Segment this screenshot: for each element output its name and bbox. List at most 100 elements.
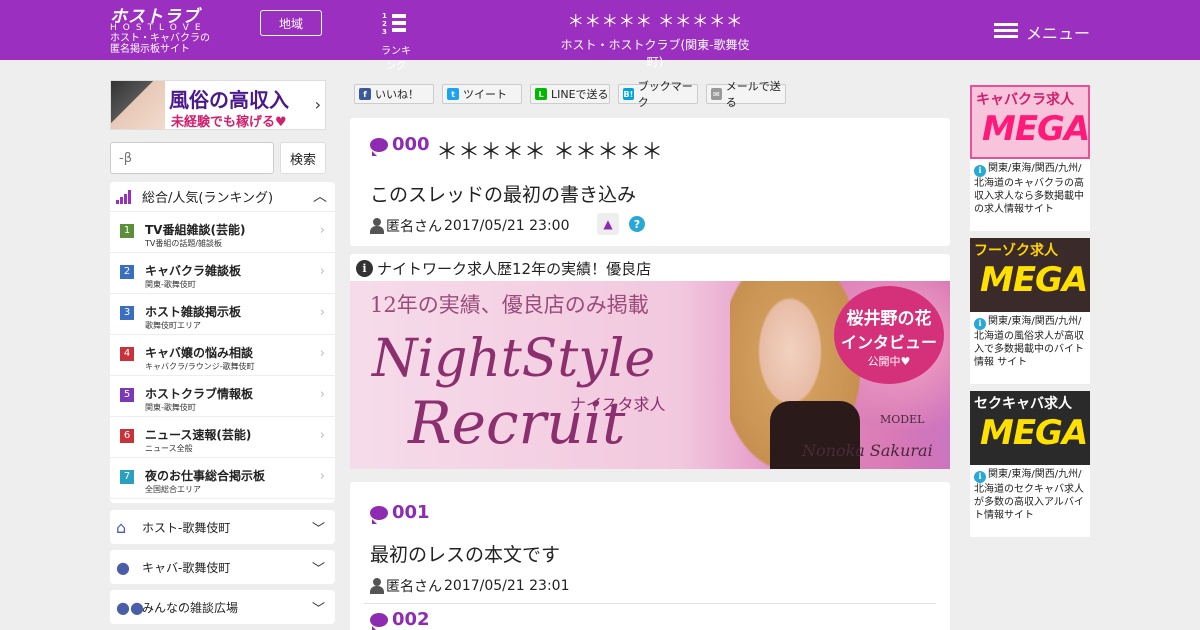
banner-photo	[111, 81, 165, 129]
ad-brand-jp: ナイスタ求人	[570, 395, 666, 414]
ranking-item-subtitle: 全国総合エリア	[145, 485, 201, 494]
accordion-chat-room[interactable]: ●● みんなの雑談広場 ﹀	[110, 590, 335, 624]
logo-tagline-2: 匿名掲示板サイト	[110, 44, 190, 55]
mail-icon: ✉	[711, 88, 722, 100]
site-header: ホストラブ HOSTLOVE ホスト・キャバクラの 匿名掲示板サイト 地域 1 …	[0, 0, 1200, 72]
page-title: ＊＊＊＊＊ ＊＊＊＊＊	[567, 12, 743, 32]
chevron-down-icon: ﹀	[311, 522, 325, 537]
site-logo[interactable]: ホストラブ HOSTLOVE ホスト・キャバクラの 匿名掲示板サイト	[110, 8, 250, 55]
post-meta: 匿名さん 2017/05/21 23:01	[370, 576, 570, 596]
menu-button[interactable]: メニュー	[994, 20, 1090, 44]
accordion-label: キャバ-歌舞伎町	[142, 560, 231, 575]
signal-bars-icon	[116, 189, 136, 204]
logo-tagline-1: ホスト・キャバクラの	[110, 33, 210, 44]
post-card: 001 最初のレスの本文です 匿名さん 2017/05/21 23:01 002	[350, 482, 950, 630]
menu-label: メニュー	[1026, 24, 1091, 43]
ranking-item[interactable]: 1 TV番組雑談(芸能) TV番組の話題/雑談板 ›	[110, 212, 335, 253]
ranking-item-subtitle: ニュース全般	[145, 444, 193, 453]
sekukyaba-mega-ad[interactable]: セクキャバ求人 MEGA i 関東/東海/関西/九州/北海道のセクキャバ求人が多数…	[970, 391, 1090, 537]
ranking-panel: 総合/人気(ランキング) ︿ 1 TV番組雑談(芸能) TV番組の話題/雑談板 › 2 キ…	[110, 182, 335, 503]
ad-banner-image: フーゾク求人 MEGA	[970, 238, 1090, 312]
post-body: このスレッドの最初の書き込み	[370, 184, 637, 206]
ad-interview-badge: 桜井野の花 インタビュー 公開中♥	[834, 286, 944, 384]
chevron-up-icon[interactable]: ︿	[313, 186, 327, 206]
chevron-right-icon: ›	[319, 305, 325, 320]
menu-icon	[994, 23, 1018, 41]
ranking-item-subtitle: TV番組の話題/雑談板	[145, 239, 223, 248]
user-icon	[370, 218, 384, 234]
chevron-right-icon: ›	[319, 469, 325, 484]
ranking-item-subtitle: 関東-歌舞伎町	[145, 403, 196, 412]
rank-number-badge: 7	[120, 470, 134, 484]
chevron-down-icon: ﹀	[311, 602, 325, 617]
bookmark-button[interactable]: B! ブックマーク	[618, 80, 698, 109]
help-icon[interactable]: ?	[629, 216, 645, 232]
banner-main-text: 風俗の高収入	[169, 88, 289, 112]
ad-text: i 関東/東海/関西/九州/北海道のセクキャバ求人が多数の高収入アルバイト情報サイ…	[974, 469, 1084, 521]
ranking-panel-header[interactable]: 総合/人気(ランキング) ︿	[110, 182, 335, 212]
thread-title: ＊＊＊＊＊ ＊＊＊＊＊	[436, 140, 663, 165]
ranking-item-title: 夜のお仕事総合掲示板	[145, 469, 266, 483]
bell-icon[interactable]: ▲	[597, 213, 619, 235]
home-icon: ⌂	[116, 517, 127, 537]
ranking-item-title: ホストクラブ情報板	[145, 387, 254, 401]
fuzoku-mega-ad[interactable]: フーゾク求人 MEGA i 関東/東海/関西/九州/北海道の風俗求人が高収入で多数…	[970, 238, 1090, 384]
search-button[interactable]: 検索	[280, 142, 326, 174]
post-meta: 匿名さん 2017/05/21 23:00	[370, 216, 570, 236]
ranking-item-title: TV番組雑談(芸能)	[145, 223, 246, 237]
logo-subtext: HOSTLOVE	[110, 23, 207, 33]
chevron-right-icon: ›	[319, 264, 325, 279]
mail-share-button[interactable]: ✉ メールで送る	[706, 80, 786, 109]
post-author: 匿名さん	[386, 219, 442, 235]
ad-heading: i ナイトワーク求人歴12年の実績！優良店	[356, 258, 651, 279]
facebook-like-button[interactable]: f いいね！	[354, 84, 434, 104]
ranking-item[interactable]: 4 キャバ嬢の悩み相談 キャバクラ/ラウンジ-歌舞伎町 ›	[110, 335, 335, 376]
fuzoku-ad-banner[interactable]: 風俗の高収入 未経験でも稼げる♥ ›	[110, 80, 326, 130]
ranking-item[interactable]: 5 ホストクラブ情報板 関東-歌舞伎町 ›	[110, 376, 335, 417]
ranking-item[interactable]: 3 ホスト雑談掲示板 歌舞伎町エリア ›	[110, 294, 335, 335]
ranking-item[interactable]: 6 ニュース速報(芸能) ニュース全般 ›	[110, 417, 335, 458]
info-icon: i	[356, 260, 373, 277]
chevron-right-icon: ›	[314, 95, 321, 114]
chevron-right-icon: ›	[319, 428, 325, 443]
ranking-item-subtitle: 関東-歌舞伎町	[145, 280, 196, 289]
ranking-item-title: ホスト雑談掲示板	[145, 305, 242, 319]
ranking-label[interactable]: ランキング	[378, 42, 414, 72]
accordion-host-kabukicho[interactable]: ⌂ ホスト-歌舞伎町 ﹀	[110, 510, 335, 544]
banner-sub-text: 未経験でも稼げる♥	[171, 115, 287, 130]
info-icon: i	[974, 470, 986, 483]
chevron-right-icon: ›	[319, 346, 325, 361]
rank-number-badge: 4	[120, 347, 134, 361]
post-number[interactable]: 000	[370, 134, 430, 156]
user-icon: ●	[116, 557, 130, 577]
ranking-item-title: キャバ嬢の悩み相談	[145, 346, 254, 360]
line-share-button[interactable]: L LINEで送る	[530, 84, 610, 104]
users-icon: ●●	[116, 597, 144, 617]
rank-number-badge: 2	[120, 265, 134, 279]
ranking-item[interactable]: 2 キャバクラ雑談板関東-歌舞伎町 ›	[110, 253, 335, 294]
nightstyle-ad-banner[interactable]: 12年の実績、優良店のみ掲載 NightStyle Recruit ナイスタ求人…	[350, 281, 950, 469]
rank-number-badge: 6	[120, 429, 134, 443]
facebook-icon: f	[359, 88, 371, 100]
accordion-kyaba-kabukicho[interactable]: ● キャバ-歌舞伎町 ﹀	[110, 550, 335, 584]
tweet-button[interactable]: t ツイート	[442, 84, 522, 104]
info-icon: i	[974, 164, 986, 177]
chevron-right-icon: ›	[319, 223, 325, 238]
rank-number-badge: 3	[120, 306, 134, 320]
area-button[interactable]: 地域	[260, 10, 322, 36]
line-icon: L	[535, 88, 547, 100]
ad-model-label: MODEL	[880, 413, 925, 426]
ranking-item[interactable]: 7 夜のお仕事総合掲示板全国総合エリア ›	[110, 458, 335, 499]
kyabakura-mega-ad[interactable]: キャバクラ求人 MEGA i 関東/東海/関西/九州/北海道のキャバクラの高収入求…	[970, 85, 1090, 231]
search-input[interactable]	[110, 142, 274, 174]
info-icon: i	[974, 317, 986, 330]
accordion-label: ホスト-歌舞伎町	[142, 520, 231, 535]
ranking-item-title: キャバクラ雑談板	[145, 264, 242, 278]
post-number[interactable]: 002	[370, 609, 430, 630]
post-number[interactable]: 001	[370, 502, 430, 524]
page-subtitle[interactable]: ホスト・ホストクラブ(関東-歌舞伎町)	[560, 36, 750, 70]
ranking-panel-title: 総合/人気(ランキング)	[142, 191, 274, 206]
ad-text: i 関東/東海/関西/九州/北海道のキャバクラの高収入求人なら多数掲載中の求人情報…	[974, 163, 1084, 215]
thread-card: 000 ＊＊＊＊＊ ＊＊＊＊＊ このスレッドの最初の書き込み 匿名さん 2017…	[350, 118, 950, 246]
rank-number-badge: 5	[120, 388, 134, 402]
